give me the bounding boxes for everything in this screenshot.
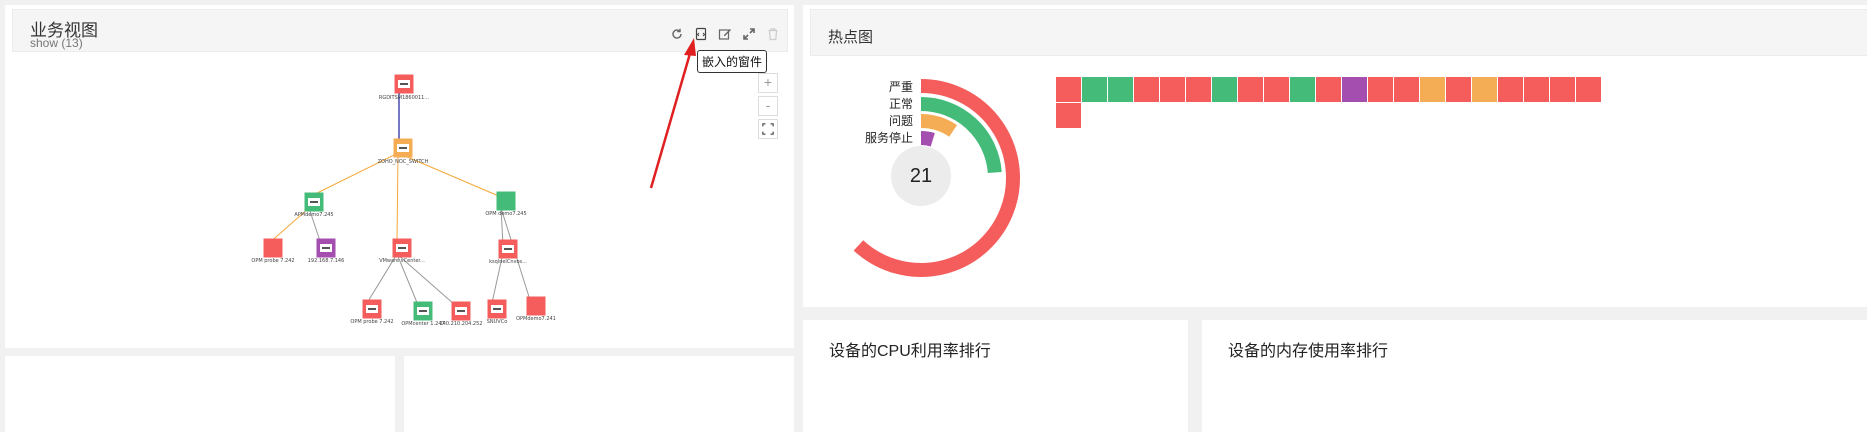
legend-clear: 正常 bbox=[888, 97, 913, 111]
panel-subtitle: show (13) bbox=[30, 36, 83, 50]
node-label: 140.210.204.252 bbox=[440, 321, 483, 327]
topology-node[interactable]: OPM probe 7.242 bbox=[350, 299, 394, 326]
topology-node[interactable]: OPMcenter 1.247 bbox=[401, 301, 445, 328]
memory-ranking-title: 设备的内存使用率排行 bbox=[1228, 343, 1389, 360]
topology-node[interactable]: RGDITSM1860011... bbox=[379, 74, 430, 102]
edit-icon[interactable] bbox=[717, 26, 733, 42]
node-label: ZOHO_NOC_SWITCH bbox=[378, 159, 429, 165]
node-box[interactable] bbox=[526, 296, 546, 316]
heatmap-cell[interactable] bbox=[1446, 77, 1471, 102]
heatmap-cell[interactable] bbox=[1134, 77, 1159, 102]
node-label: RGDITSM1860011... bbox=[379, 95, 430, 101]
heatmap-cell[interactable] bbox=[1108, 77, 1133, 102]
heatmap-panel: 热点图 严重 正常 问题 服务停止 21 bbox=[803, 5, 1867, 307]
heatmap-cell[interactable] bbox=[1212, 77, 1237, 102]
fit-screen-button[interactable] bbox=[758, 119, 778, 139]
heatmap-cell[interactable] bbox=[1082, 77, 1107, 102]
donut-arc-trouble[interactable] bbox=[920, 114, 958, 137]
heatmap-title: 热点图 bbox=[828, 29, 874, 46]
heatmap-cell[interactable] bbox=[1498, 77, 1523, 102]
cpu-ranking-card: 设备的CPU利用率排行 bbox=[803, 320, 1188, 432]
donut-arc-down[interactable] bbox=[920, 131, 935, 147]
legend-critical: 严重 bbox=[888, 80, 913, 94]
heatmap-cell[interactable] bbox=[1550, 77, 1575, 102]
topology-node[interactable]: 192.168.7.146 bbox=[308, 238, 345, 265]
topology-node[interactable]: OPM demo7.245 bbox=[485, 191, 527, 218]
node-label: OPM probe 7.242 bbox=[350, 319, 393, 325]
legend-trouble: 问题 bbox=[888, 114, 913, 128]
heatmap-cell[interactable] bbox=[1056, 103, 1081, 128]
heatmap-cell[interactable] bbox=[1524, 77, 1549, 102]
topology-node[interactable]: OPM probe 7.242 bbox=[251, 238, 295, 265]
fit-screen-icon bbox=[762, 123, 774, 135]
heatmap-cell[interactable] bbox=[1316, 77, 1341, 102]
expand-icon[interactable] bbox=[741, 26, 757, 42]
node-label: APMdemo7.245 bbox=[294, 212, 333, 218]
topology-node[interactable]: ksqlnelCnvos... bbox=[489, 239, 527, 266]
heatmap-cell[interactable] bbox=[1576, 77, 1601, 102]
heatmap-cell[interactable] bbox=[1290, 77, 1315, 102]
heatmap-cell[interactable] bbox=[1264, 77, 1289, 102]
node-label: 192.168.7.146 bbox=[308, 258, 345, 264]
bottom-left-panel-stub bbox=[5, 356, 395, 432]
bottom-middle-panel-stub bbox=[404, 356, 794, 432]
topology-node[interactable]: VMware vCenter... bbox=[379, 238, 425, 265]
business-view-panel: 业务视图 show (13) 嵌入的窗件 + - RGDITSM1860011.… bbox=[5, 5, 794, 348]
heatmap-header: 热点图 bbox=[810, 9, 1867, 56]
topology-map: RGDITSM1860011... ZOHO_NOC_SWITCH APMdemo7… bbox=[251, 74, 556, 328]
business-view-header: 业务视图 show (13) bbox=[12, 9, 788, 52]
node-label: OPM demo7.245 bbox=[485, 211, 526, 217]
topology-nodes: RGDITSM1860011... ZOHO_NOC_SWITCH APMdemo7… bbox=[251, 74, 556, 328]
heatmap-cell[interactable] bbox=[1394, 77, 1419, 102]
heatmap-cell[interactable] bbox=[1238, 77, 1263, 102]
embed-widget-tooltip: 嵌入的窗件 bbox=[697, 50, 768, 73]
topology-node[interactable]: SNUVCo bbox=[487, 299, 508, 326]
node-label: OPMdemo7.241 bbox=[516, 316, 556, 322]
node-label: SNUVCo bbox=[487, 319, 508, 325]
total-count: 21 bbox=[909, 164, 933, 187]
topology-node[interactable]: OPMdemo7.241 bbox=[516, 296, 556, 323]
heatmap-cell[interactable] bbox=[1160, 77, 1185, 102]
node-label: OPMcenter 1.247 bbox=[401, 321, 444, 327]
node-label: OPM probe 7.242 bbox=[251, 258, 294, 264]
node-label: ksqlnelCnvos... bbox=[489, 259, 527, 265]
legend-down: 服务停止 bbox=[864, 131, 913, 145]
topology-node[interactable]: APMdemo7.245 bbox=[294, 192, 334, 219]
total-count-circle: 21 bbox=[891, 146, 951, 206]
cpu-ranking-title: 设备的CPU利用率排行 bbox=[829, 343, 991, 360]
topology-node[interactable]: 140.210.204.252 bbox=[440, 301, 483, 328]
refresh-icon[interactable] bbox=[669, 26, 685, 42]
node-box[interactable] bbox=[496, 191, 516, 211]
zoom-in-button[interactable]: + bbox=[758, 73, 778, 93]
embed-widget-icon[interactable] bbox=[693, 26, 709, 42]
topology-node[interactable]: ZOHO_NOC_SWITCH bbox=[378, 138, 429, 166]
heatmap-cell[interactable] bbox=[1342, 77, 1367, 102]
heatmap-cell[interactable] bbox=[1056, 77, 1081, 102]
heatmap-cell[interactable] bbox=[1186, 77, 1211, 102]
heatmap-cell[interactable] bbox=[1420, 77, 1445, 102]
delete-icon[interactable] bbox=[765, 26, 781, 42]
memory-ranking-card: 设备的内存使用率排行 bbox=[1202, 320, 1867, 432]
zoom-out-button[interactable]: - bbox=[758, 96, 778, 116]
node-box[interactable] bbox=[263, 238, 283, 258]
heatmap-cell[interactable] bbox=[1368, 77, 1393, 102]
heatmap-cell[interactable] bbox=[1472, 77, 1497, 102]
node-label: VMware vCenter... bbox=[379, 258, 425, 264]
